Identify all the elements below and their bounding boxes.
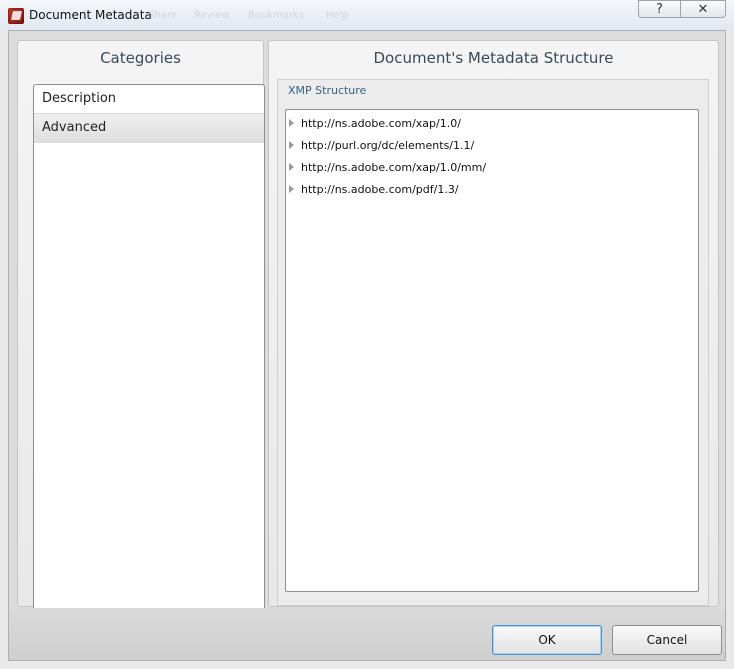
- category-item-description[interactable]: Description: [34, 85, 264, 114]
- tree-node[interactable]: http://purl.org/dc/elements/1.1/: [286, 134, 698, 156]
- cancel-button[interactable]: Cancel: [612, 625, 722, 655]
- background-menu-bookmarks: Bookmarks: [248, 10, 304, 21]
- app-icon: [8, 8, 24, 24]
- xmp-structure-label: XMP Structure: [288, 84, 367, 97]
- expand-arrow-icon[interactable]: [289, 185, 294, 193]
- expand-arrow-icon[interactable]: [289, 163, 294, 171]
- expand-arrow-icon[interactable]: [289, 141, 294, 149]
- tree-node-label: http://ns.adobe.com/xap/1.0/: [301, 116, 461, 130]
- title-bar: Document Metadata Share Review Bookmarks…: [0, 0, 734, 30]
- categories-list: Description Advanced: [33, 84, 265, 619]
- close-icon: ✕: [697, 1, 709, 17]
- background-menu-review: Review: [194, 10, 230, 21]
- tree-node-label: http://ns.adobe.com/pdf/1.3/: [301, 182, 459, 196]
- help-icon: ?: [656, 1, 663, 17]
- xmp-structure-group: XMP Structure http://ns.adobe.com/xap/1.…: [277, 79, 709, 606]
- category-item-advanced[interactable]: Advanced: [34, 114, 264, 143]
- tree-node-label: http://ns.adobe.com/xap/1.0/mm/: [301, 160, 487, 174]
- background-menu-share: Share: [148, 10, 177, 21]
- tree-node[interactable]: http://ns.adobe.com/pdf/1.3/: [286, 178, 698, 200]
- metadata-structure-title: Document's Metadata Structure: [373, 49, 614, 67]
- window-title: Document Metadata: [29, 8, 152, 22]
- tree-node[interactable]: http://ns.adobe.com/xap/1.0/: [286, 112, 698, 134]
- tree-node[interactable]: http://ns.adobe.com/xap/1.0/mm/: [286, 156, 698, 178]
- expand-arrow-icon[interactable]: [289, 119, 294, 127]
- ok-button[interactable]: OK: [492, 625, 602, 655]
- background-menu-help: Help: [326, 10, 349, 21]
- tree-node-label: http://purl.org/dc/elements/1.1/: [301, 138, 475, 152]
- help-button[interactable]: ?: [638, 0, 680, 18]
- dialog-body: Categories Description Advanced Document…: [8, 30, 726, 661]
- close-button[interactable]: ✕: [680, 0, 726, 18]
- button-bar: OK Cancel: [9, 608, 725, 660]
- xmp-tree: http://ns.adobe.com/xap/1.0/ http://purl…: [285, 109, 699, 592]
- categories-panel: Categories Description Advanced: [17, 40, 265, 619]
- categories-title: Categories: [100, 49, 181, 67]
